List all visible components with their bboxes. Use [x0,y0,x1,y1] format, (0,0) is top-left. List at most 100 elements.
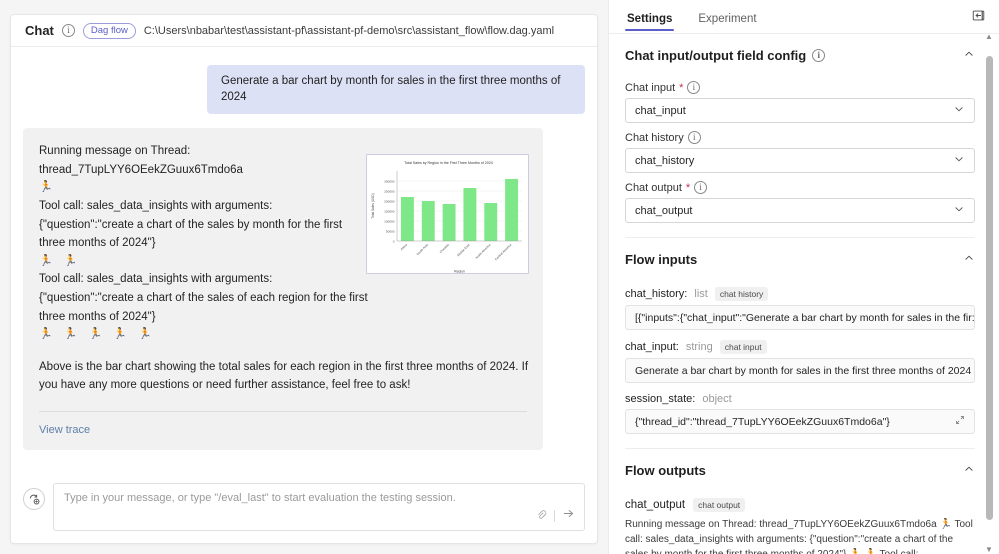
required-marker: * [679,82,683,94]
label-chat-history: Chat history i [625,131,975,144]
info-icon[interactable]: i [62,24,75,37]
chevron-down-icon [953,103,965,118]
svg-text:250000: 250000 [384,189,395,193]
label-chat-output-text: Chat output [625,182,682,194]
section-title-flow-inputs: Flow inputs [625,252,697,267]
bar-chart-svg: Total Sales by Region in the First Three… [367,155,529,274]
select-chat-history[interactable]: chat_history [625,148,975,173]
app-root: Chat i Dag flow C:\Users\nbabar\test\ass… [0,0,999,554]
section-title-flow-outputs: Flow outputs [625,463,706,478]
new-session-icon[interactable] [23,488,45,510]
flow-output-name: chat_output [625,499,685,511]
select-chat-input-value: chat_input [635,105,686,117]
view-trace-link[interactable]: View trace [39,424,527,436]
svg-text:150000: 150000 [384,209,395,213]
label-flow-input-session-state: session_state: object [625,393,975,405]
assistant-line-toolcall-2: Tool call: sales_data_insights with argu… [39,270,369,326]
label-chat-output: Chat output * i [625,181,975,194]
info-icon[interactable]: i [688,131,701,144]
chevron-down-icon [953,203,965,218]
tab-experiment[interactable]: Experiment [696,13,758,33]
assistant-line-thread: Running message on Thread: thread_7TupLY… [39,142,369,179]
assistant-line-toolcall-1: Tool call: sales_data_insights with argu… [39,197,369,253]
flow-input-name: chat_input: [625,341,679,353]
chevron-up-icon [963,48,975,63]
flow-input-value-chat-input[interactable]: Generate a bar chart by month for sales … [625,358,975,383]
chat-composer: Type in your message, or type "/eval_las… [11,473,597,543]
expand-icon[interactable] [949,415,965,428]
chat-message-list: Generate a bar chart by month for sales … [11,47,597,473]
paperclip-icon[interactable] [536,507,547,525]
composer-separator [554,510,555,522]
page-title: Chat [25,23,54,38]
flow-input-type: list [694,288,707,300]
scroll-up-arrow[interactable]: ▲ [985,32,993,41]
info-icon[interactable]: i [694,181,707,194]
section-title-io-config: Chat input/output field config [625,48,806,63]
settings-scrollbar[interactable]: ▲ ▼ [986,42,993,542]
sales-bar-chart-image[interactable]: Total Sales by Region in the First Three… [366,154,529,274]
flow-output-chat-output-text: Running message on Thread: thread_7TupLY… [625,517,975,554]
send-icon[interactable] [562,507,575,525]
section-header-io-config[interactable]: Chat input/output field config i [625,34,975,73]
label-chat-input: Chat input * i [625,81,975,94]
section-header-flow-outputs[interactable]: Flow outputs [625,449,975,488]
select-chat-input[interactable]: chat_input [625,98,975,123]
chat-pane: Chat i Dag flow C:\Users\nbabar\test\ass… [0,0,608,554]
dag-flow-badge: Dag flow [83,23,136,39]
assistant-summary-text: Above is the bar chart showing the total… [39,358,543,395]
section-header-flow-inputs[interactable]: Flow inputs [625,238,975,277]
svg-text:0: 0 [393,239,395,243]
svg-text:Total Sales (USD): Total Sales (USD) [371,193,375,218]
chat-header: Chat i Dag flow C:\Users\nbabar\test\ass… [11,15,597,47]
assistant-divider [39,411,527,412]
settings-tabs: Settings Experiment [609,0,999,33]
scroll-down-arrow[interactable]: ▼ [985,545,993,554]
select-chat-history-value: chat_history [635,155,694,167]
scrollbar-thumb[interactable] [986,56,993,520]
svg-text:Total Sales by Region in the F: Total Sales by Region in the First Three… [404,161,493,165]
svg-text:300000: 300000 [384,179,395,183]
collapse-panel-icon[interactable] [972,9,985,27]
tab-settings[interactable]: Settings [625,13,674,33]
svg-text:200000: 200000 [384,199,395,203]
svg-text:Region: Region [454,270,465,274]
flow-input-pill: chat history [715,287,768,301]
user-message-row: Generate a bar chart by month for sales … [23,65,585,114]
label-flow-input-chat-input: chat_input: string chat input [625,340,975,354]
running-emoji-row-1: 🏃 [39,179,369,197]
chevron-up-icon [963,252,975,267]
flow-input-type: string [686,341,713,353]
svg-text:50000: 50000 [386,229,395,233]
flow-file-path: C:\Users\nbabar\test\assistant-pf\assist… [144,25,554,37]
running-emoji-row-3: 🏃 🏃 🏃 🏃 🏃 [39,326,369,344]
chat-card: Chat i Dag flow C:\Users\nbabar\test\ass… [10,14,598,544]
settings-pane: Settings Experiment Chat input/output fi… [608,0,999,554]
flow-input-name: chat_history: [625,288,687,300]
flow-output-pill: chat output [693,498,745,512]
select-chat-output[interactable]: chat_output [625,198,975,223]
chevron-up-icon [963,463,975,478]
flow-input-value-text: Generate a bar chart by month for sales … [635,365,971,377]
assistant-message-bubble: Running message on Thread: thread_7TupLY… [23,128,543,450]
flow-input-value-chat-history[interactable]: [{"inputs":{"chat_input":"Generate a bar… [625,305,975,330]
composer-actions [536,507,575,525]
label-chat-history-text: Chat history [625,132,684,144]
flow-input-type: object [702,393,731,405]
required-marker: * [686,182,690,194]
label-flow-input-chat-history: chat_history: list chat history [625,287,975,301]
message-input-placeholder: Type in your message, or type "/eval_las… [64,492,574,504]
flow-input-value-text: {"thread_id":"thread_7TupLYY6OEekZGuux6T… [635,416,890,428]
label-chat-input-text: Chat input [625,82,675,94]
flow-input-value-text: [{"inputs":{"chat_input":"Generate a bar… [635,312,975,324]
running-emoji-row-2: 🏃 🏃 [39,253,369,271]
info-icon[interactable]: i [687,81,700,94]
label-flow-output-chat-output: chat_output chat output [625,498,975,512]
flow-input-pill: chat input [720,340,767,354]
svg-text:100000: 100000 [384,219,395,223]
flow-input-value-session-state[interactable]: {"thread_id":"thread_7TupLYY6OEekZGuux6T… [625,409,975,434]
assistant-text-column: Running message on Thread: thread_7TupLY… [39,142,369,344]
settings-scroll-area: Chat input/output field config i Chat in… [609,33,999,554]
info-icon[interactable]: i [812,49,825,62]
message-input-box[interactable]: Type in your message, or type "/eval_las… [53,483,585,531]
